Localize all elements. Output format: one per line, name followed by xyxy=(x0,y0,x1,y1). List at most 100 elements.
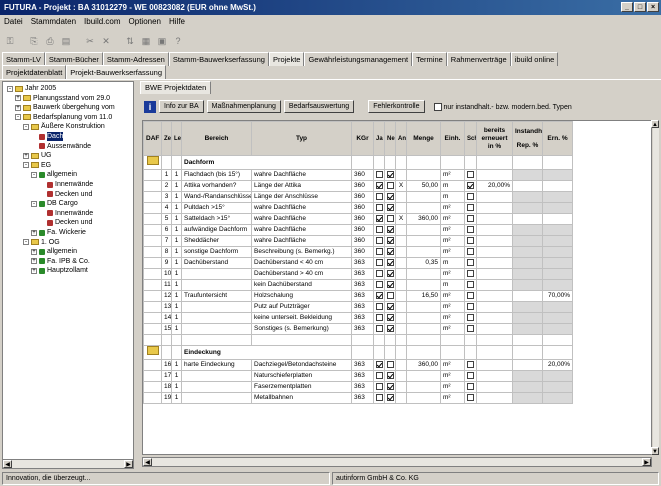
column-header[interactable]: DAF xyxy=(143,121,162,156)
row-rep[interactable] xyxy=(512,370,543,382)
table-row[interactable]: 2 1 Attika vorhanden? Länge der Attika 360 X 5… xyxy=(143,180,573,192)
row-number[interactable]: 16 xyxy=(161,359,172,371)
grid-vertical-scrollbar[interactable]: ▲ ▼ xyxy=(651,120,659,455)
unchecked-box[interactable] xyxy=(376,269,383,277)
row-bereich[interactable]: Sheddächer xyxy=(181,235,252,247)
row-typ[interactable]: wahre Dachfläche xyxy=(251,235,352,247)
unchecked-box[interactable] xyxy=(467,203,474,211)
row-bereich[interactable]: Pultdach >15° xyxy=(181,202,252,214)
table-row[interactable]: 16 1 harte Eindeckung Dachziegel/Betondachs… xyxy=(143,359,573,371)
unchecked-box[interactable] xyxy=(467,192,474,200)
close-icon[interactable]: × xyxy=(647,2,659,12)
tree-node[interactable]: Decken und xyxy=(39,190,92,199)
row-typ[interactable]: wahre Dachfläche xyxy=(251,213,352,225)
row-bereits[interactable] xyxy=(476,381,513,393)
scroll-left-icon[interactable]: ◀ xyxy=(3,460,12,468)
row-typ[interactable]: wahre Dachfläche xyxy=(251,169,352,181)
row-rep[interactable] xyxy=(512,279,543,291)
row-menge[interactable]: 360,00 xyxy=(406,359,441,371)
help-icon[interactable]: ? xyxy=(172,35,184,47)
menu-hilfe[interactable]: Hilfe xyxy=(169,15,185,29)
row-kgr[interactable]: 360 xyxy=(351,191,374,203)
nein-cell[interactable] xyxy=(384,246,396,258)
row-menge[interactable]: 0,35 xyxy=(406,257,441,269)
unchecked-box[interactable] xyxy=(467,225,474,233)
row-anlage[interactable] xyxy=(395,235,407,247)
row-number[interactable]: 3 xyxy=(161,191,172,203)
menu-optionen[interactable]: Optionen xyxy=(129,15,161,29)
row-ern[interactable] xyxy=(542,257,573,269)
ja-cell[interactable] xyxy=(373,246,385,258)
unchecked-box[interactable] xyxy=(467,280,474,288)
row-number[interactable]: 14 xyxy=(161,312,172,324)
filter-checkbox[interactable] xyxy=(433,102,442,111)
row-anlage[interactable]: X xyxy=(395,213,407,225)
schadt-cell[interactable] xyxy=(464,312,477,324)
row-number[interactable]: 6 xyxy=(161,224,172,236)
save-icon[interactable]: ▣ xyxy=(156,35,168,47)
row-menge[interactable] xyxy=(406,312,441,324)
row-level[interactable]: 1 xyxy=(171,169,182,181)
row-bereits[interactable] xyxy=(476,213,513,225)
checked-box[interactable] xyxy=(387,393,394,401)
row-menge[interactable]: 50,00 xyxy=(406,180,441,192)
ja-cell[interactable] xyxy=(373,191,385,203)
row-typ[interactable]: Länge der Anschlüsse xyxy=(251,191,352,203)
row-level[interactable]: 1 xyxy=(171,213,182,225)
tree-horizontal-scrollbar[interactable]: ◀ ▶ xyxy=(2,459,134,469)
nein-cell[interactable] xyxy=(384,191,396,203)
unchecked-box[interactable] xyxy=(376,203,383,211)
column-header[interactable]: Nein xyxy=(384,121,396,156)
row-anlage[interactable] xyxy=(395,257,407,269)
row-anlage[interactable] xyxy=(395,268,407,280)
lock-icon[interactable]: ⚿ xyxy=(4,35,16,47)
row-einheit[interactable]: m² xyxy=(440,202,465,214)
expand-icon[interactable]: + xyxy=(23,152,29,159)
unchecked-box[interactable] xyxy=(467,269,474,277)
row-einheit[interactable]: m² xyxy=(440,392,465,404)
table-row[interactable]: 3 1 Wand-/Randanschlüsse Länge der Anschlüs… xyxy=(143,191,573,203)
row-typ[interactable]: Dachüberstand > 40 cm xyxy=(251,268,352,280)
collapse-icon[interactable]: - xyxy=(31,171,37,178)
row-rep[interactable] xyxy=(512,235,543,247)
row-number[interactable]: 4 xyxy=(161,202,172,214)
row-einheit[interactable]: m² xyxy=(440,323,465,335)
unchecked-box[interactable] xyxy=(376,247,383,255)
unchecked-box[interactable] xyxy=(376,192,383,200)
row-bereich[interactable]: Attika vorhanden? xyxy=(181,180,252,192)
tree-node[interactable]: - Bedarfsplanung vom 11.0 xyxy=(15,113,112,122)
column-header[interactable]: Menge xyxy=(406,121,441,156)
row-number[interactable]: 9 xyxy=(161,257,172,269)
row-anlage[interactable] xyxy=(395,246,407,258)
row-level[interactable]: 1 xyxy=(171,312,182,324)
schadt-cell[interactable] xyxy=(464,246,477,258)
unchecked-box[interactable] xyxy=(376,393,383,401)
row-ern[interactable]: 70,00% xyxy=(542,290,573,302)
grid-horizontal-scrollbar[interactable]: ◀ ▶ xyxy=(142,457,652,467)
column-header[interactable]: Einh. xyxy=(440,121,465,156)
ja-cell[interactable] xyxy=(373,279,385,291)
row-menge[interactable] xyxy=(406,246,441,258)
checked-box[interactable] xyxy=(376,360,383,368)
info-icon[interactable]: i xyxy=(144,100,156,113)
checked-box[interactable] xyxy=(387,269,394,277)
tree-node[interactable]: - EG xyxy=(23,161,51,170)
row-bereits[interactable] xyxy=(476,257,513,269)
row-rep[interactable] xyxy=(512,257,543,269)
row-menge[interactable] xyxy=(406,301,441,313)
unchecked-box[interactable] xyxy=(376,170,383,178)
tree-node[interactable]: - Jahr 2005 xyxy=(7,84,56,93)
tree-node[interactable]: + Fa. Wickerie xyxy=(31,228,86,237)
row-level[interactable]: 1 xyxy=(171,301,182,313)
row-typ[interactable]: wahre Dachfläche xyxy=(251,202,352,214)
cut-icon[interactable]: ✂ xyxy=(84,35,96,47)
row-einheit[interactable]: m² xyxy=(440,301,465,313)
row-level[interactable]: 1 xyxy=(171,191,182,203)
table-row[interactable]: 7 1 Sheddächer wahre Dachfläche 360 m² xyxy=(143,235,573,247)
unchecked-box[interactable] xyxy=(376,313,383,321)
row-rep[interactable] xyxy=(512,268,543,280)
schadt-cell[interactable] xyxy=(464,191,477,203)
row-number[interactable]: 12 xyxy=(161,290,172,302)
unchecked-box[interactable] xyxy=(467,302,474,310)
unchecked-box[interactable] xyxy=(376,324,383,332)
